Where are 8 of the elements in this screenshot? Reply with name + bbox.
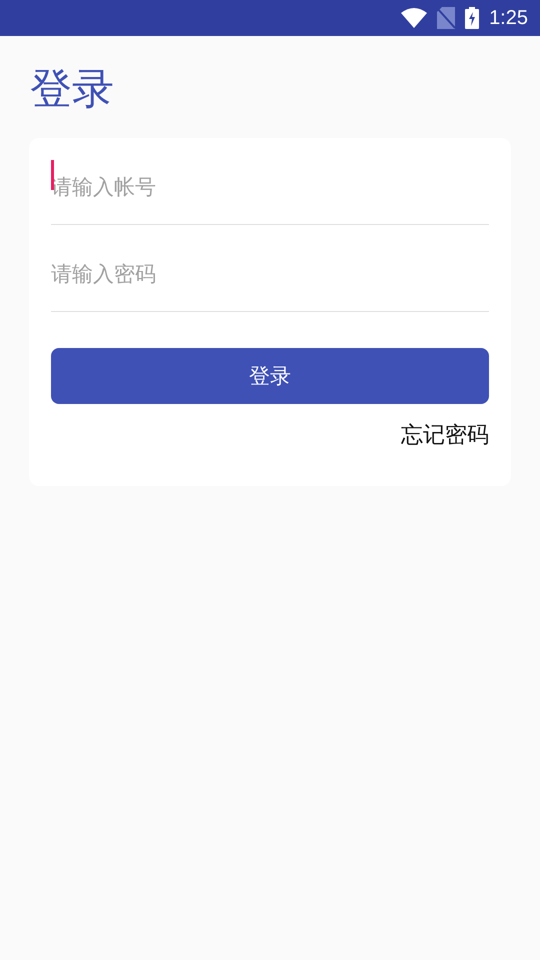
forgot-password-link[interactable]: 忘记密码	[401, 420, 489, 450]
no-sim-icon	[437, 7, 456, 29]
login-button[interactable]: 登录	[51, 348, 489, 404]
wifi-icon	[401, 8, 428, 28]
clock-time: 1:25	[489, 6, 528, 30]
password-field[interactable]: 请输入密码	[51, 255, 489, 295]
page-title: 登录	[30, 64, 114, 113]
battery-charging-icon	[465, 7, 480, 29]
